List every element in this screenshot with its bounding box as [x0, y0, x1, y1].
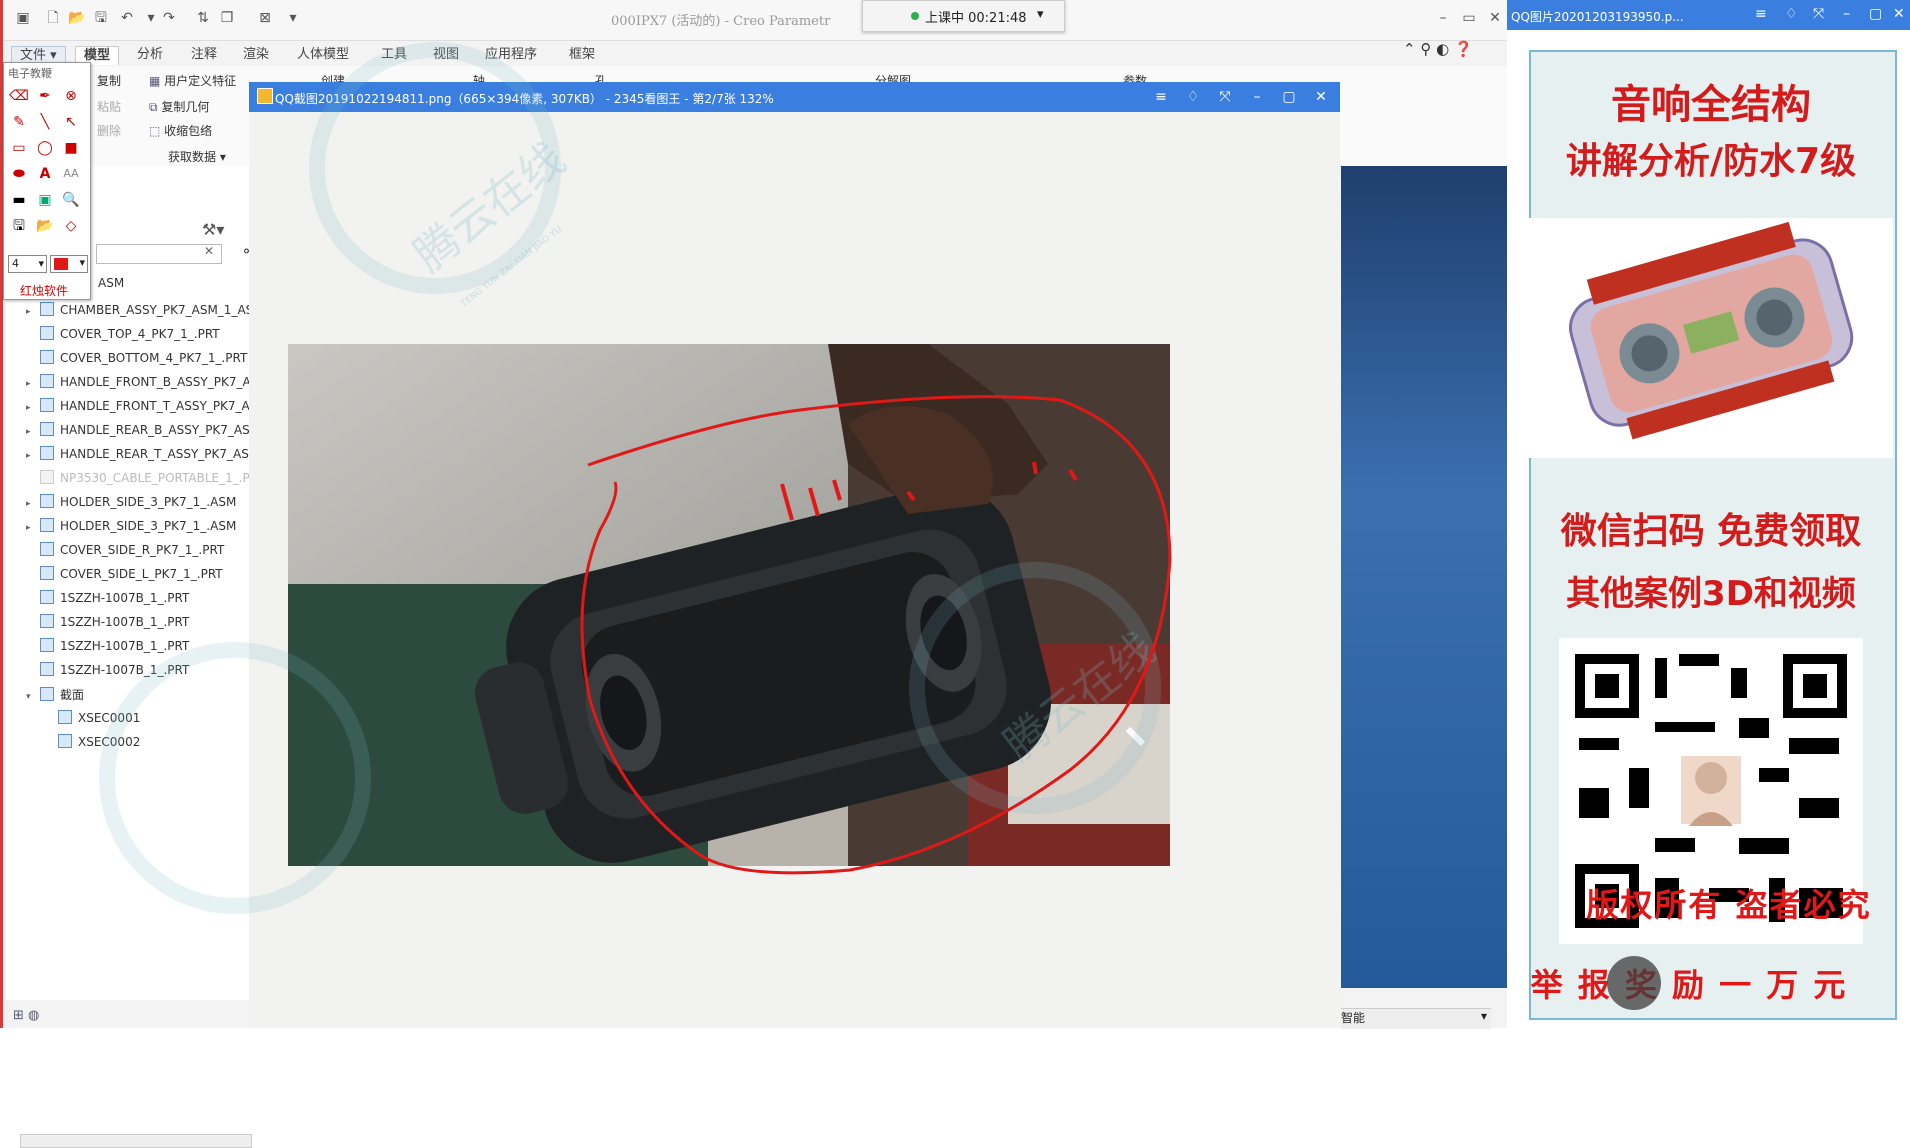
ad-headline-2: 讲解分析/防水7级: [1565, 141, 1857, 182]
annotation-tick: [832, 479, 842, 501]
copyright-line-2: 举 报 奖 励 一 万 元: [1507, 960, 1871, 1006]
ad-headline-1: 音响全结构: [1611, 82, 1811, 128]
copyright-text-2: 举 报 奖 励 一 万 元: [1530, 966, 1848, 1004]
fullscreen-icon[interactable]: ⤧: [1813, 6, 1824, 22]
annotation-tick: [780, 483, 794, 521]
skin-icon[interactable]: ♢: [1785, 6, 1798, 22]
minimize-icon[interactable]: –: [1843, 6, 1850, 22]
maximize-icon[interactable]: ▢: [1869, 6, 1882, 22]
speaker-render-image: [1529, 218, 1893, 458]
close-icon[interactable]: ✕: [1893, 6, 1905, 22]
ad-promo-2: 其他案例3D和视频: [1566, 574, 1856, 614]
copyright-line-1: 版权所有 盗者必究: [1547, 880, 1910, 926]
floating-button[interactable]: [1607, 956, 1661, 1010]
ad-title-bar: QQ图片20201203193950.p... ≡ ♢ ⤧ – ▢ ✕: [1507, 0, 1910, 30]
tree-horizontal-scrollbar[interactable]: [20, 1134, 252, 1148]
copyright-text-1: 版权所有 盗者必究: [1586, 886, 1872, 924]
annotation-layer: [580, 395, 1172, 875]
annotation-tick: [906, 490, 916, 502]
annotation-circle: [580, 395, 1172, 875]
speaker-render-svg: [1569, 221, 1854, 440]
annotation-tick: [1032, 461, 1038, 475]
annotation-tick: [808, 487, 820, 517]
ad-promo-1: 微信扫码 免费领取: [1560, 511, 1862, 552]
ad-window-title: QQ图片20201203193950.p...: [1511, 10, 1684, 24]
menu-icon[interactable]: ≡: [1755, 6, 1767, 22]
ad-image-window: QQ图片20201203193950.p... ≡ ♢ ⤧ – ▢ ✕ 音响全结…: [1507, 0, 1910, 1028]
annotation-tick: [1068, 468, 1078, 482]
